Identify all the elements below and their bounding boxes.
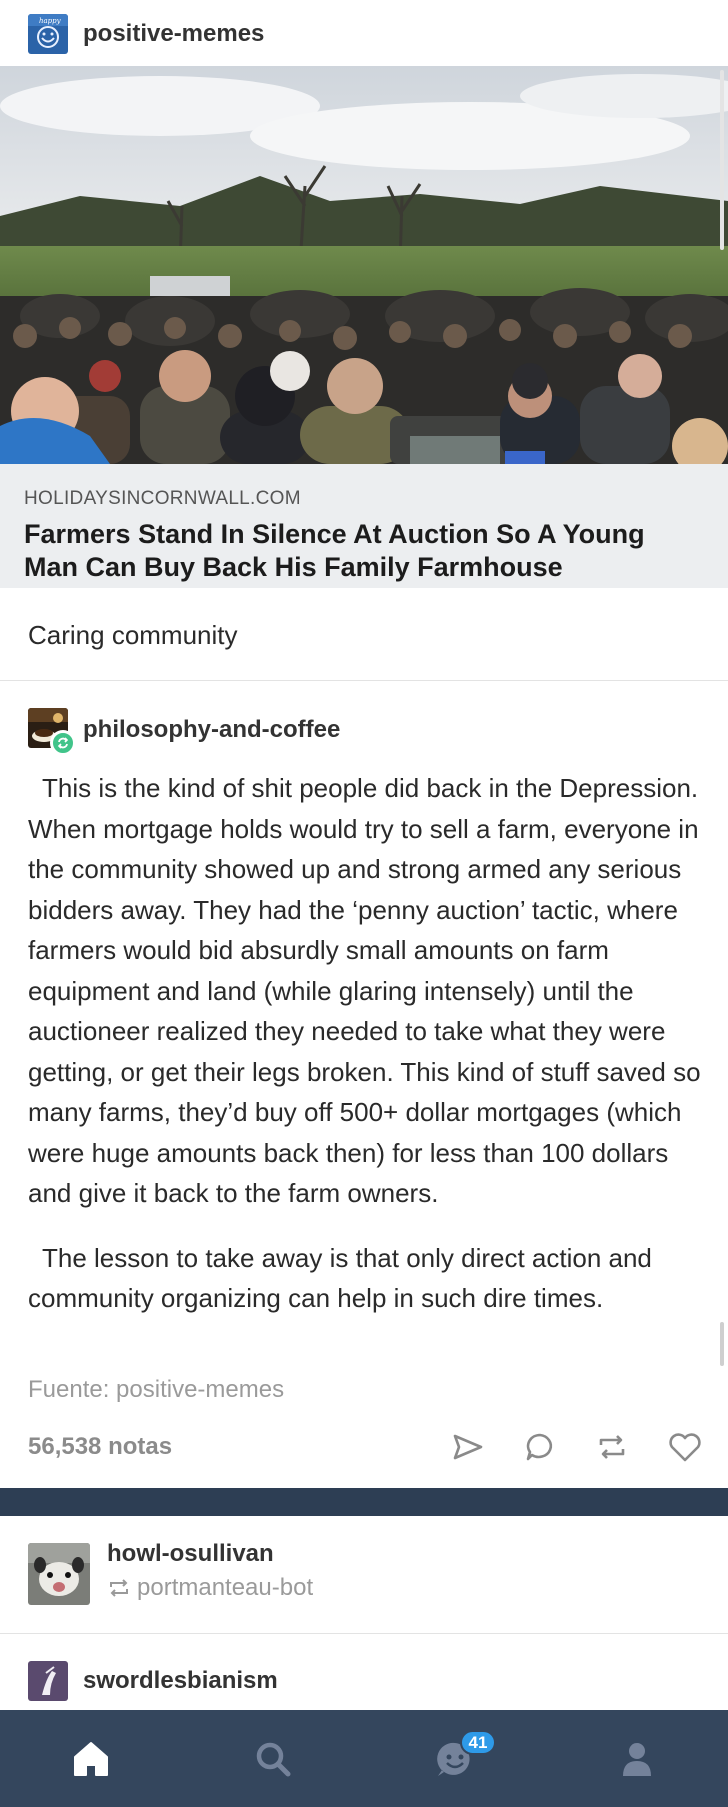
link-card[interactable]: HOLIDAYSINCORNWALL.COM Farmers Stand In … <box>0 464 728 588</box>
third-post-avatar[interactable] <box>28 1661 68 1701</box>
nav-activity[interactable]: 41 <box>364 1710 546 1807</box>
divider <box>0 1633 728 1634</box>
bottom-navigation: 41 <box>0 1710 728 1807</box>
home-icon <box>74 1741 108 1776</box>
post-caption: Caring community <box>28 620 238 650</box>
reblog-paragraph: The lesson to take away is that only dir… <box>28 1242 652 1314</box>
link-title: Farmers Stand In Silence At Auction So A… <box>24 519 645 582</box>
share-button[interactable] <box>446 1426 490 1468</box>
reblog-paragraph: This is the kind of shit people did back… <box>28 773 701 1208</box>
link-domain: HOLIDAYSINCORNWALL.COM <box>24 488 301 509</box>
next-post-avatar[interactable] <box>28 1543 90 1605</box>
nav-search[interactable] <box>182 1710 364 1807</box>
scrollbar-thumb[interactable] <box>720 1322 724 1366</box>
reblogged-from-name: portmanteau-bot <box>137 1574 314 1601</box>
reblog-blog-name[interactable]: philosophy-and-coffee <box>83 716 340 744</box>
post-separator <box>0 1488 728 1516</box>
nav-account[interactable] <box>546 1710 728 1807</box>
nav-home[interactable] <box>0 1710 182 1807</box>
next-post-reblogged-from[interactable]: portmanteau-bot <box>107 1574 313 1602</box>
third-post-blog-name[interactable]: swordlesbianism <box>83 1667 278 1695</box>
link-preview-image[interactable] <box>0 66 728 464</box>
reblog-header: philosophy-and-coffee <box>28 708 340 756</box>
blog-avatar[interactable]: happy <box>28 14 68 54</box>
post-header: happy positive-memes <box>28 14 264 54</box>
next-post-blog-name[interactable]: howl-osullivan <box>107 1540 274 1568</box>
scrollbar[interactable] <box>720 70 724 250</box>
search-icon <box>256 1742 291 1776</box>
divider <box>0 680 728 681</box>
heart-icon <box>669 1433 701 1462</box>
notification-badge: 41 <box>460 1730 496 1755</box>
comment-icon <box>526 1433 553 1461</box>
blog-name[interactable]: positive-memes <box>83 20 264 48</box>
reblog-button[interactable] <box>590 1426 634 1468</box>
like-button[interactable] <box>662 1426 708 1468</box>
notes-count[interactable]: 56,538 notas <box>28 1433 172 1461</box>
reblog-icon <box>50 730 76 756</box>
third-post-header: swordlesbianism <box>28 1660 278 1702</box>
svg-text:happy: happy <box>39 17 62 25</box>
reblog-icon <box>599 1435 625 1459</box>
account-icon <box>623 1742 651 1776</box>
reblog-body: This is the kind of shit people did back… <box>28 768 708 1319</box>
post-source[interactable]: Fuente: positive-memes <box>28 1376 284 1404</box>
reblog-icon <box>110 1579 128 1597</box>
reply-button[interactable] <box>518 1426 562 1468</box>
send-icon <box>453 1434 483 1460</box>
